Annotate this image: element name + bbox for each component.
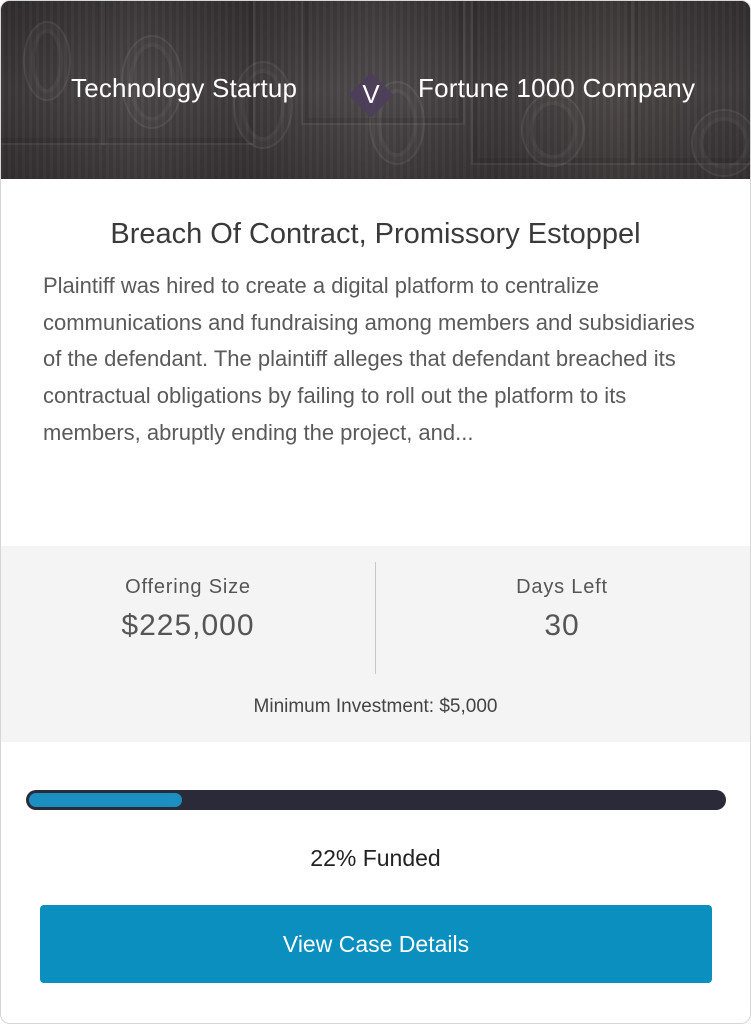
view-case-details-button[interactable]: View Case Details bbox=[40, 905, 712, 983]
defendant-label: Fortune 1000 Company bbox=[418, 73, 696, 103]
days-left-stat: Days Left 30 bbox=[375, 576, 749, 643]
stats-panel: Offering Size $225,000 Days Left 30 Mini… bbox=[1, 546, 750, 742]
case-title: Breach Of Contract, Promissory Estoppel bbox=[110, 218, 641, 250]
days-left-label: Days Left bbox=[516, 576, 608, 598]
funded-percentage: 22% Funded bbox=[310, 845, 441, 871]
case-card: Technology Startup V Fortune 1000 Compan… bbox=[0, 0, 751, 1024]
offering-size-label: Offering Size bbox=[125, 576, 251, 598]
funding-progress-fill bbox=[29, 793, 182, 807]
header-banner: Technology Startup V Fortune 1000 Compan… bbox=[1, 1, 750, 179]
offering-size-stat: Offering Size $225,000 bbox=[1, 576, 375, 643]
offering-size-value: $225,000 bbox=[121, 609, 255, 642]
versus-badge: V bbox=[347, 71, 395, 119]
minimum-investment: Minimum Investment: $5,000 bbox=[253, 696, 498, 717]
versus-label: V bbox=[362, 79, 380, 109]
days-left-value: 30 bbox=[544, 609, 580, 642]
plaintiff-label: Technology Startup bbox=[71, 73, 298, 103]
case-description: Plaintiff was hired to create a digital … bbox=[43, 273, 695, 445]
funding-progress-bar bbox=[26, 790, 726, 810]
